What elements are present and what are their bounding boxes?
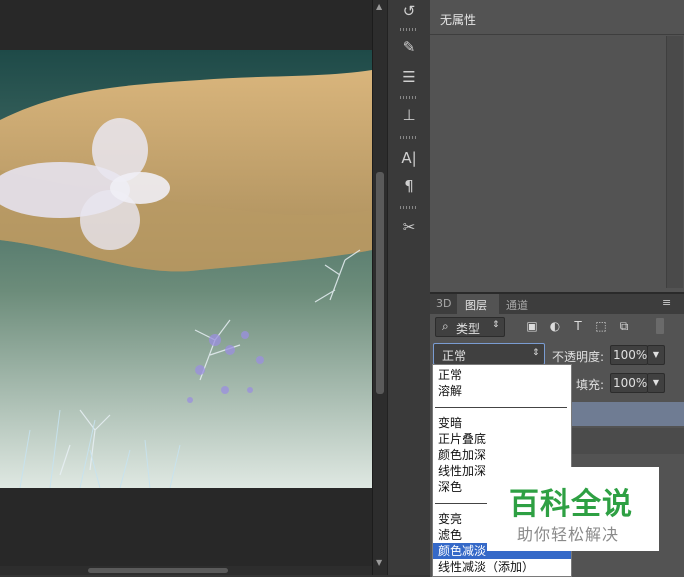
search-icon: ⌕ [442, 319, 449, 333]
filter-toggle[interactable] [656, 318, 664, 334]
fill-label: 填充: [576, 378, 605, 392]
menu-separator [435, 407, 567, 408]
blend-option[interactable]: 线性减淡（添加） [433, 559, 571, 575]
canvas-vertical-scrollbar[interactable]: ▲ ▼ [372, 0, 387, 575]
panel-tabbar: 3D 图层 通道 ≡ [430, 294, 684, 314]
panel-grip[interactable] [400, 136, 418, 139]
panel-grip[interactable] [400, 28, 418, 31]
fill-dropdown-icon[interactable]: ▼ [647, 373, 665, 393]
panel-grip[interactable] [400, 96, 418, 99]
opacity-dropdown-icon[interactable]: ▼ [647, 345, 665, 365]
opacity-field[interactable]: 100% [610, 345, 648, 365]
blend-mode-value: 正常 [442, 349, 467, 363]
shape-filter-icon[interactable]: ⬚ [594, 319, 608, 333]
document-image[interactable] [0, 50, 372, 488]
updown-icon: ⇕ [532, 348, 540, 358]
blend-option[interactable]: 正常 [433, 367, 571, 383]
clone-source-icon[interactable]: ⊥ [397, 104, 421, 126]
panel-menu-icon[interactable]: ≡ [662, 296, 671, 309]
layer-row[interactable] [572, 428, 684, 454]
tab-3d[interactable]: 3D [436, 297, 451, 310]
updown-icon: ⇕ [492, 320, 500, 330]
tool-presets-icon[interactable]: ✂ [397, 216, 421, 238]
blend-option[interactable]: 变暗 [433, 415, 571, 431]
brush-presets-icon[interactable]: ✎ [397, 36, 421, 58]
watermark-title: 百科全说 [509, 487, 633, 522]
history-icon[interactable]: ↺ [397, 0, 421, 22]
pixel-filter-icon[interactable]: ▣ [525, 319, 539, 333]
paragraph-icon[interactable]: ¶ [397, 175, 421, 197]
smart-object-filter-icon[interactable]: ⧉ [617, 319, 631, 333]
tab-channels[interactable]: 通道 [506, 297, 528, 313]
panel-grip[interactable] [400, 206, 418, 209]
layer-filter-select[interactable]: ⌕ 类型 ⇕ [435, 317, 505, 337]
filter-kind-label: 类型 [456, 322, 481, 336]
scroll-up-icon[interactable]: ▲ [376, 2, 382, 11]
properties-scrollbar[interactable] [666, 36, 683, 288]
canvas-horizontal-scrollbar[interactable] [0, 566, 372, 575]
properties-title: 无属性 [440, 13, 477, 27]
scrollbar-thumb[interactable] [88, 568, 228, 573]
fill-field[interactable]: 100% [610, 373, 648, 393]
properties-panel: 无属性 [430, 0, 684, 292]
adjustments-icon[interactable]: ☰ [397, 66, 421, 88]
blend-option[interactable]: 正片叠底 [433, 431, 571, 447]
canvas-area[interactable] [0, 0, 372, 575]
scroll-down-icon[interactable]: ▼ [376, 558, 382, 567]
layer-row[interactable] [572, 402, 684, 426]
panel-icon-strip: ↺ ✎ ☰ ⊥ A| ¶ ✂ [387, 0, 431, 575]
blend-option[interactable]: 溶解 [433, 383, 571, 399]
type-filter-icon[interactable]: T [571, 319, 585, 333]
character-icon[interactable]: A| [397, 147, 421, 169]
opacity-label: 不透明度: [552, 350, 605, 364]
blend-option[interactable]: 颜色加深 [433, 447, 571, 463]
adjustment-filter-icon[interactable]: ◐ [548, 319, 562, 333]
scrollbar-thumb[interactable] [376, 172, 384, 394]
blend-mode-select[interactable]: 正常 ⇕ [433, 343, 545, 365]
divider [430, 34, 684, 35]
watermark-subtitle: 助你轻松解决 [517, 525, 620, 544]
tab-layers[interactable]: 图层 [465, 297, 487, 313]
watermark: 百科全说 助你轻松解决 [487, 467, 659, 551]
